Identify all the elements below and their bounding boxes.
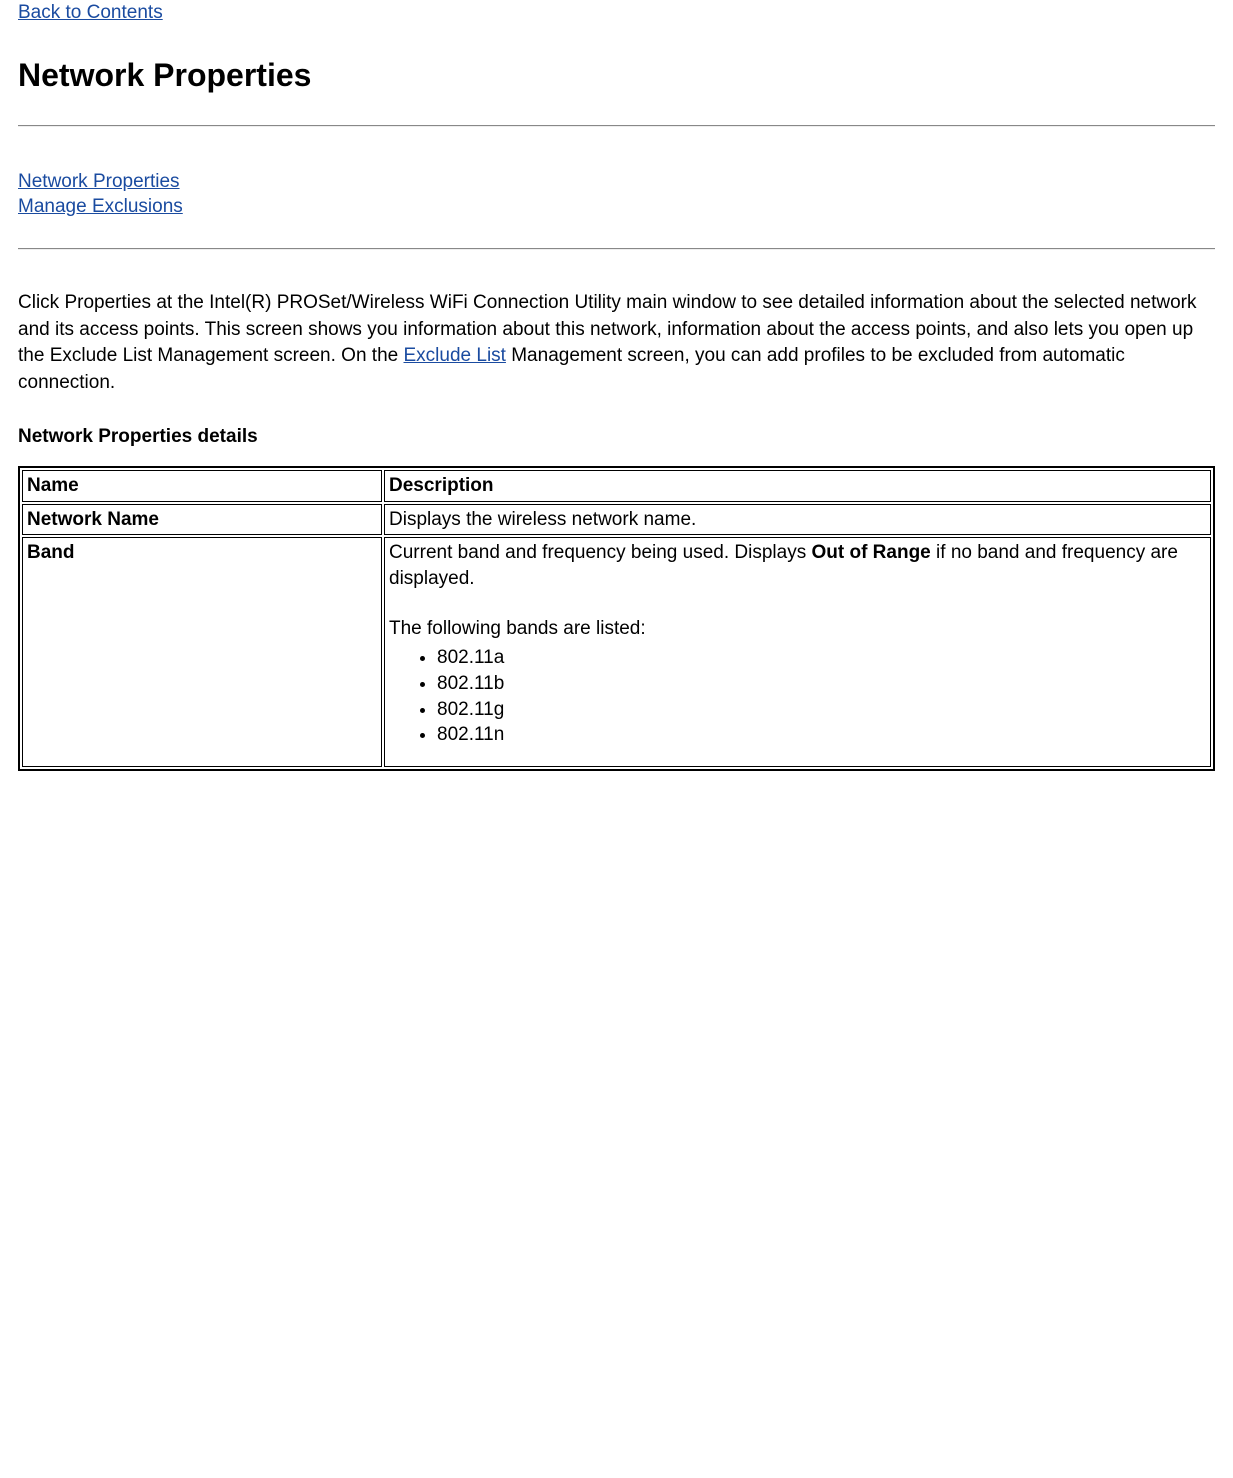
list-item: 802.11g bbox=[437, 697, 1206, 723]
table-subheading: Network Properties details bbox=[18, 424, 1215, 450]
cell-band-desc: Current band and frequency being used. D… bbox=[384, 537, 1211, 766]
table-row: Band Current band and frequency being us… bbox=[22, 537, 1211, 766]
header-name: Name bbox=[22, 470, 382, 502]
band-list: 802.11a 802.11b 802.11g 802.11n bbox=[389, 645, 1206, 748]
divider-top bbox=[18, 125, 1215, 127]
properties-table: Name Description Network Name Displays t… bbox=[18, 466, 1215, 771]
list-item: 802.11b bbox=[437, 671, 1206, 697]
cell-network-name-desc: Displays the wireless network name. bbox=[384, 504, 1211, 536]
divider-bottom bbox=[18, 248, 1215, 250]
list-item: 802.11a bbox=[437, 645, 1206, 671]
band-desc-bold: Out of Range bbox=[811, 542, 930, 563]
band-list-intro: The following bands are listed: bbox=[389, 616, 1206, 642]
page-title: Network Properties bbox=[18, 54, 1215, 97]
exclude-list-link[interactable]: Exclude List bbox=[404, 345, 506, 366]
back-to-contents-link[interactable]: Back to Contents bbox=[18, 2, 163, 23]
table-header-row: Name Description bbox=[22, 470, 1211, 502]
list-item: 802.11n bbox=[437, 722, 1206, 748]
toc-links: Network Properties Manage Exclusions bbox=[18, 169, 1215, 220]
cell-band-label: Band bbox=[22, 537, 382, 766]
toc-link-manage-exclusions[interactable]: Manage Exclusions bbox=[18, 194, 183, 220]
header-description: Description bbox=[384, 470, 1211, 502]
band-desc-pre: Current band and frequency being used. D… bbox=[389, 542, 811, 563]
cell-network-name-label: Network Name bbox=[22, 504, 382, 536]
toc-link-network-properties[interactable]: Network Properties bbox=[18, 169, 180, 195]
table-row: Network Name Displays the wireless netwo… bbox=[22, 504, 1211, 536]
intro-paragraph: Click Properties at the Intel(R) PROSet/… bbox=[18, 290, 1215, 396]
